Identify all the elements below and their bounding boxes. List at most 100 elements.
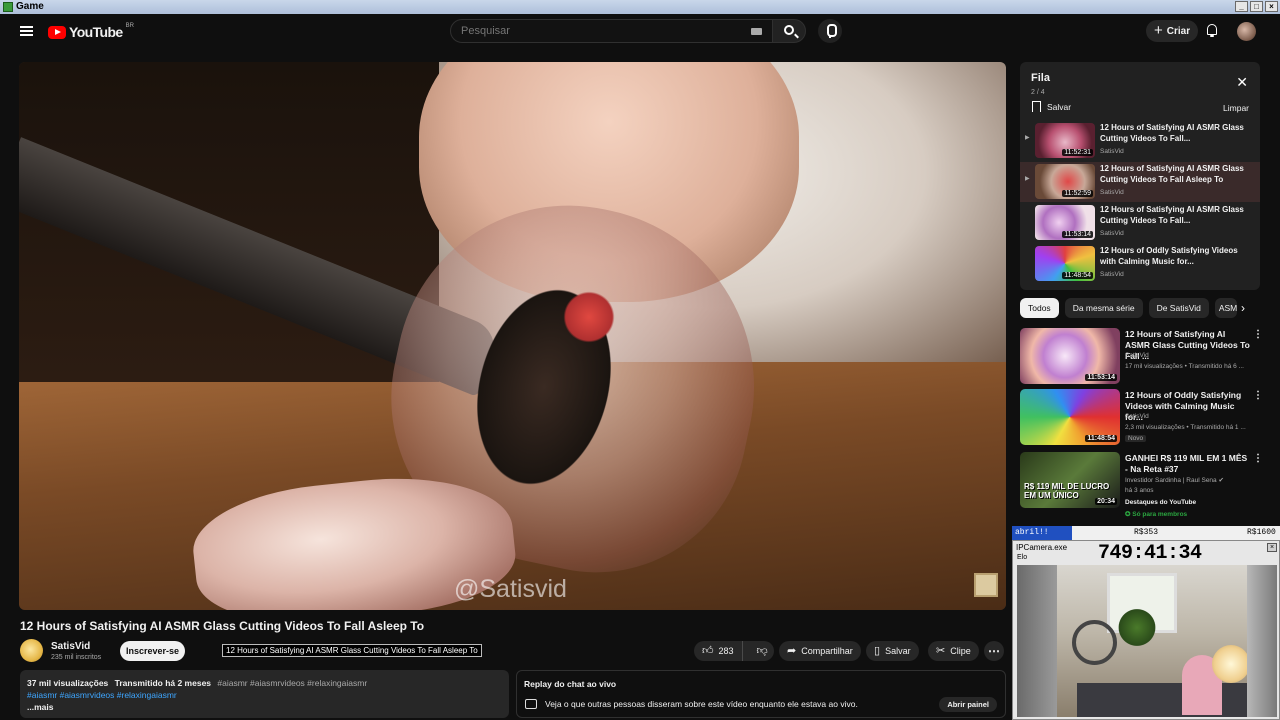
top-bar: YouTube BR + Criar [0,14,1280,50]
description-tags: #aiasmr #aiasmrvideos #relaxingaiasmr [217,678,368,688]
maximize-icon[interactable]: □ [1250,1,1263,12]
video-watermark: @Satisvid [454,575,567,603]
chip-same-series[interactable]: Da mesma série [1064,298,1143,318]
clip-button[interactable]: ✂ Clipe [928,641,979,661]
queue-item[interactable]: 11:48:54 12 Hours of Oddly Satisfying Vi… [1020,244,1260,284]
queue-clear-button[interactable]: Limpar [1223,103,1249,113]
camera-window: IPCamera.exe Elo × [1012,540,1280,720]
create-label: Criar [1166,25,1191,37]
plus-icon: + [1154,22,1163,39]
queue-item-current[interactable]: ▶ 11:52:59 12 Hours of Satisfying AI ASM… [1020,162,1260,202]
minimize-icon[interactable]: _ [1235,1,1248,12]
menu-icon[interactable] [20,26,33,36]
recommendation-meta: 17 mil visualizações • Transmitido há 6 … [1125,363,1244,370]
more-vert-icon[interactable]: ⋮ [1253,454,1263,464]
notifications-icon[interactable] [1206,24,1218,37]
recommendation-item[interactable]: R$ 119 MIL DE LUCRO EM UM ÚNICO 20:34 GA… [1020,452,1265,518]
drag-handle-icon[interactable]: ▶ [1025,134,1030,141]
chip-asmr[interactable]: ASM [1214,298,1237,318]
subscriber-count: 235 mil inscritos [51,654,102,661]
create-button[interactable]: + Criar [1146,20,1199,42]
microphone-icon[interactable] [818,19,842,43]
chat-icon [525,699,537,709]
stream-date: Transmitido há 2 meses [114,678,212,688]
queue-item-title: 12 Hours of Satisfying AI ASMR Glass Cut… [1100,123,1244,143]
queue-thumbnail: 11:48:54 [1035,246,1095,281]
members-only-badge: ✪ Só para membros [1125,511,1188,518]
duration: 11:52:59 [1062,190,1093,197]
chevron-right-icon[interactable]: › [1241,301,1245,315]
bookmark-icon: ▯ [874,644,881,657]
now-playing-icon: ▶ [1025,176,1030,182]
queue-item-channel: SatisVid [1100,271,1124,278]
recommendation-title: GANHEI R$ 119 MIL EM 1 MÊS - Na Reta #37 [1125,453,1248,474]
description-more[interactable]: ...mais [27,702,502,712]
curtain [1247,565,1277,717]
stream-timer: 749:41:34 [1098,542,1202,565]
recommendation-thumbnail: R$ 119 MIL DE LUCRO EM UM ÚNICO 20:34 [1020,452,1120,508]
plant [1117,605,1157,650]
duration: 11:53:14 [1085,374,1117,381]
queue-item[interactable]: 11:53:14 12 Hours of Satisfying AI ASMR … [1020,203,1260,243]
queue-save-button[interactable]: Salvar [1032,101,1071,112]
like-button[interactable]: 👍︎ 283 [694,641,743,661]
youtube-logo[interactable]: YouTube BR [48,23,134,40]
split-label: abril!! [1012,526,1072,540]
save-button[interactable]: ▯ Salvar [866,641,919,661]
subscribe-button[interactable]: Inscrever-se [120,641,185,661]
queue-thumbnail: 11:52:59 [1035,164,1095,199]
share-button[interactable]: ➦ Compartilhar [779,641,861,661]
more-actions-button[interactable]: ⋯ [984,641,1004,661]
account-avatar[interactable] [1237,22,1256,41]
duration: 11:48:54 [1062,272,1093,279]
more-vert-icon[interactable]: ⋮ [1253,391,1263,401]
lamp [1212,645,1250,683]
queue-thumbnail: 11:52:31 [1035,123,1095,158]
split-tracker: abril!! R$353 R$1600 [1012,526,1280,540]
recommendation-channel[interactable]: SatisVid [1125,413,1149,420]
recommendation-channel[interactable]: Investidor Sardinha | Raul Sena ✔ [1125,476,1224,484]
channel-name[interactable]: SatisVid [51,641,90,652]
queue-thumbnail: 11:53:14 [1035,205,1095,240]
chip-all[interactable]: Todos [1020,298,1059,318]
duration: 11:53:14 [1062,231,1093,238]
recommendation-channel[interactable]: SatisVid [1125,352,1149,359]
hashtag-links[interactable]: #aiasmr #aiasmrvideos #relaxingaiasmr [27,690,502,700]
queue-item[interactable]: ▶ 11:52:31 12 Hours of Satisfying AI ASM… [1020,121,1260,161]
new-badge: Novo [1125,435,1147,442]
queue-item-channel: SatisVid [1100,230,1124,237]
open-panel-button[interactable]: Abrir painel [939,697,997,712]
channel-avatar[interactable] [20,639,43,662]
close-icon[interactable]: ✕ [1236,75,1248,89]
close-icon[interactable]: × [1265,1,1278,12]
camera-feed [1017,565,1277,717]
chip-from-channel[interactable]: De SatisVid [1148,298,1209,318]
description-box[interactable]: 37 mil visualizações Transmitido há 2 me… [20,670,509,718]
channel-watermark-icon[interactable] [974,573,998,597]
share-label: Compartilhar [801,646,853,656]
recommendation-meta: 2,3 mil visualizações • Transmitido há 1… [1125,424,1246,431]
queue-item-channel: SatisVid [1100,148,1124,155]
recommendation-item[interactable]: 11:53:14 12 Hours of Satisfying AI ASMR … [1020,328,1265,388]
recommendation-thumbnail: 11:48:54 [1020,389,1120,445]
search-button[interactable] [772,19,806,43]
split-value-1: R$353 [1134,528,1159,537]
close-icon[interactable]: × [1267,543,1277,552]
video-player[interactable]: @Satisvid [19,62,1006,610]
highlight-label: Destaques do YouTube [1125,499,1197,506]
save-label: Salvar [885,646,911,656]
keyboard-icon[interactable] [751,28,762,35]
search-input[interactable] [461,25,741,37]
queue-panel: Fila 2 / 4 ✕ Salvar Limpar ▶ 11:52:31 12… [1020,62,1260,290]
duration: 20:34 [1095,498,1117,505]
recommendation-meta: há 3 anos [1125,487,1154,494]
window-titlebar: Game _ □ × [0,0,1280,14]
thumbs-up-icon: 👍︎ [702,644,714,657]
split-value-2: R$1600 [1247,528,1276,537]
queue-item-channel: SatisVid [1100,189,1124,196]
duration: 11:48:54 [1085,435,1117,442]
recommendation-item[interactable]: 11:48:54 12 Hours of Oddly Satisfying Vi… [1020,389,1265,449]
more-vert-icon[interactable]: ⋮ [1253,330,1263,340]
camera-menu[interactable]: Elo [1017,554,1027,561]
dislike-button[interactable]: 👎︎ [748,645,777,657]
